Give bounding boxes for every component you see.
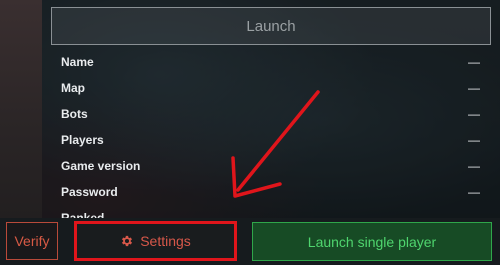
info-value: — xyxy=(468,81,480,95)
verify-button[interactable]: Verify xyxy=(6,222,58,260)
launcher-window: Launch Name — Map — Bots — Players — Gam… xyxy=(0,0,500,265)
info-row-players: Players — xyxy=(61,127,481,153)
gear-icon xyxy=(122,235,133,247)
info-value: — xyxy=(468,107,480,121)
launch-button[interactable]: Launch xyxy=(51,7,491,45)
info-label: Password xyxy=(61,185,118,199)
info-row-password: Password — xyxy=(61,179,481,205)
info-label: Game version xyxy=(61,159,141,173)
server-info-list: Name — Map — Bots — Players — Game versi… xyxy=(61,49,481,231)
info-label: Players xyxy=(61,133,104,147)
info-label: Name xyxy=(61,55,94,69)
info-row-game-version: Game version — xyxy=(61,153,481,179)
background-art-strip xyxy=(0,0,42,218)
settings-label: Settings xyxy=(140,233,191,249)
info-label: Map xyxy=(61,81,85,95)
info-row-map: Map — xyxy=(61,75,481,101)
settings-button[interactable]: Settings xyxy=(74,221,237,261)
info-value: — xyxy=(468,55,480,69)
info-value: — xyxy=(468,133,480,147)
info-label: Bots xyxy=(61,107,88,121)
info-row-bots: Bots — xyxy=(61,101,481,127)
info-row-name: Name — xyxy=(61,49,481,75)
info-value: — xyxy=(468,159,480,173)
launch-single-player-button[interactable]: Launch single player xyxy=(252,222,492,261)
info-value: — xyxy=(468,185,480,199)
